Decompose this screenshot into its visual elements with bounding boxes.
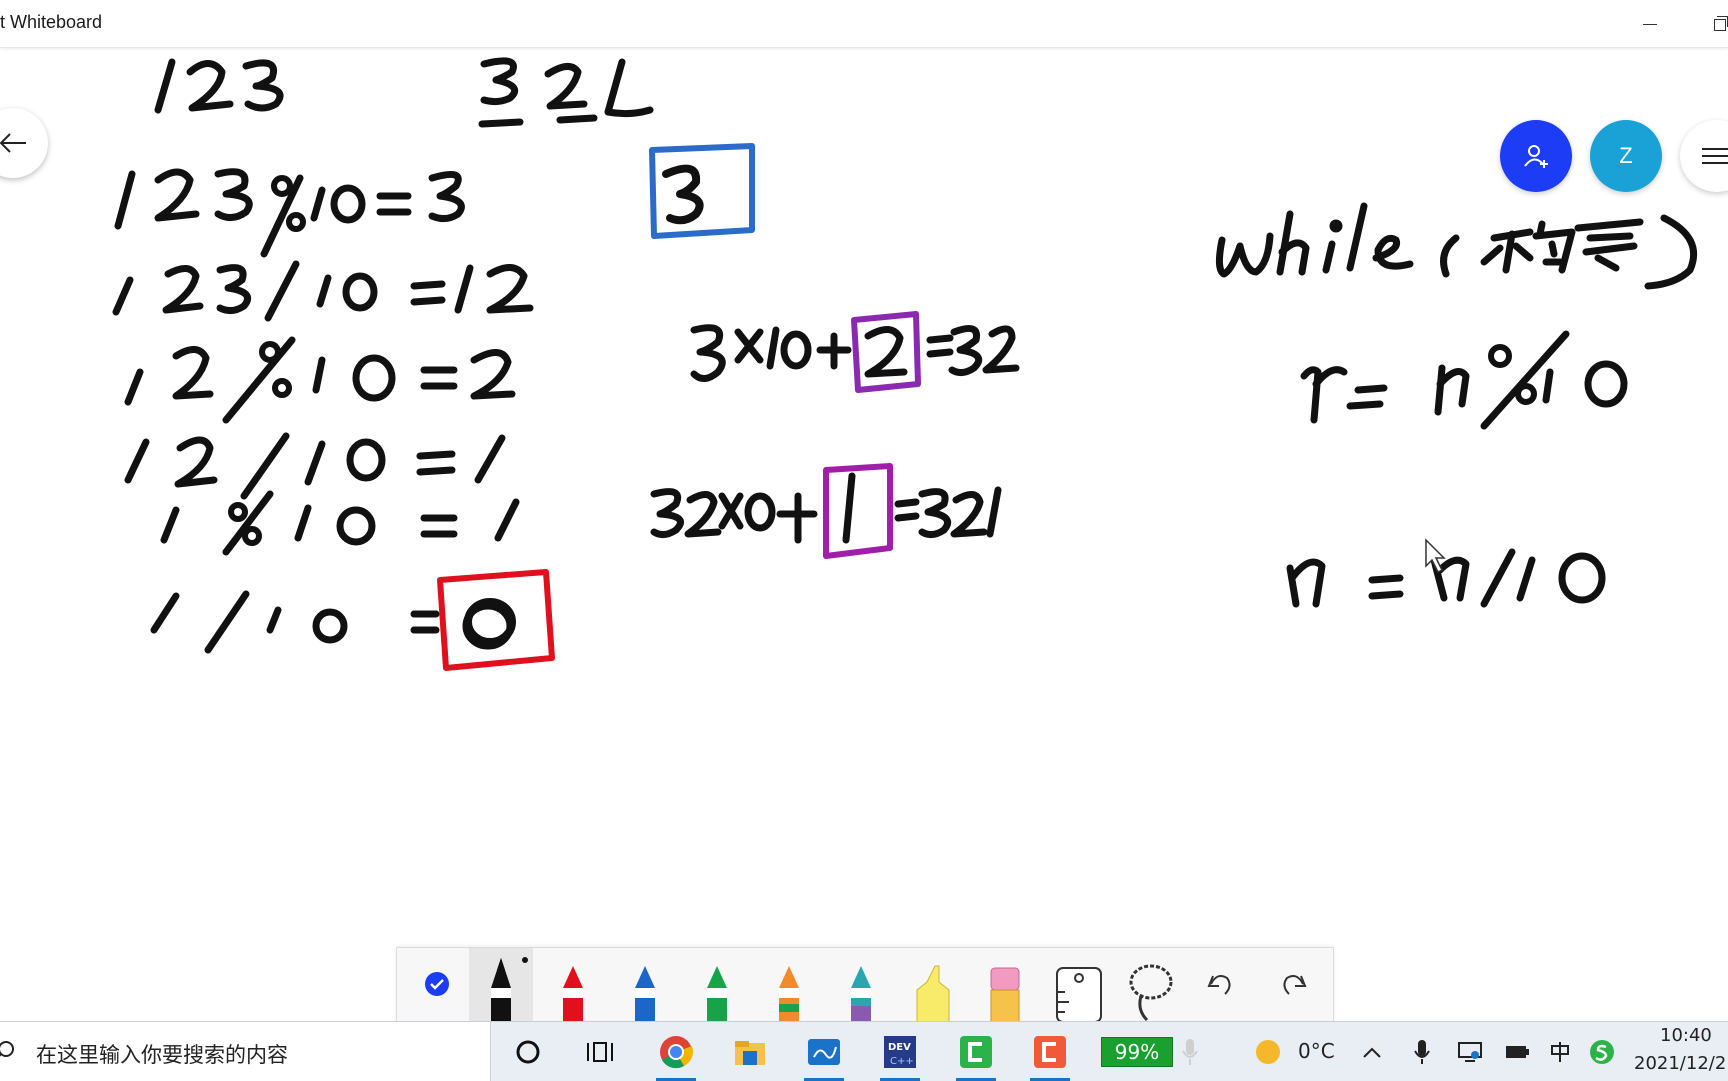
red-pen[interactable]	[541, 948, 605, 1022]
title-bar: t Whiteboard	[0, 0, 1728, 48]
highlighter[interactable]	[901, 948, 965, 1022]
cortana-icon[interactable]	[506, 1030, 550, 1074]
clock-time[interactable]: 10:40	[1660, 1025, 1712, 1046]
invite-button[interactable]	[1500, 120, 1572, 192]
microphone-icon[interactable]	[1168, 1030, 1212, 1074]
pen-icon	[779, 966, 799, 1022]
chevron-up-icon[interactable]	[1350, 1030, 1394, 1074]
eraser-icon	[990, 967, 1020, 1022]
svg-text:C++: C++	[890, 1056, 914, 1067]
restore-button[interactable]	[1700, 0, 1728, 47]
display-icon[interactable]	[1448, 1030, 1492, 1074]
camtasia-green-icon[interactable]	[954, 1030, 998, 1081]
pen-icon	[851, 966, 871, 1022]
svg-text:DEV: DEV	[888, 1042, 911, 1053]
green-pen[interactable]	[685, 948, 749, 1022]
camtasia-orange-icon[interactable]	[1028, 1030, 1072, 1081]
search-placeholder: 在这里输入你要搜索的内容	[36, 1043, 288, 1067]
ink-layer	[112, 57, 1698, 671]
checkmark-icon	[425, 972, 449, 996]
pen-icon	[707, 966, 727, 1022]
search-icon	[0, 1041, 14, 1057]
add-person-icon	[1524, 145, 1548, 168]
file-explorer-icon[interactable]	[728, 1030, 772, 1074]
hamburger-icon	[1702, 148, 1728, 164]
temperature[interactable]: 0°C	[1298, 1039, 1335, 1063]
taskbar: 在这里输入你要搜索的内容 DEV C++ 99% 0°C 10:40 2021/…	[0, 1021, 1728, 1081]
undo-icon	[1207, 975, 1231, 995]
window-title: t Whiteboard	[0, 12, 103, 32]
sogou-icon[interactable]	[1580, 1030, 1624, 1074]
pen-toolbar	[396, 947, 1334, 1022]
pen-icon	[491, 957, 528, 1022]
galaxy-pen[interactable]	[829, 948, 893, 1022]
rainbow-pen[interactable]	[757, 948, 821, 1022]
highlighter-icon	[916, 965, 950, 1022]
user-initial: Z	[1619, 143, 1633, 168]
black-pen[interactable]	[469, 948, 533, 1022]
lasso[interactable]	[1117, 948, 1181, 1022]
task-view-icon[interactable]	[578, 1030, 622, 1074]
blue-pen[interactable]	[613, 948, 677, 1022]
clock-date[interactable]: 2021/12/2	[1634, 1053, 1726, 1074]
redo-button[interactable]	[1261, 948, 1325, 1022]
redo-icon	[1283, 975, 1307, 995]
eraser[interactable]	[973, 948, 1037, 1022]
ruler-icon	[1056, 967, 1102, 1022]
ruler[interactable]	[1045, 948, 1109, 1022]
mic-tray-icon[interactable]	[1400, 1030, 1444, 1074]
arrow-left-icon	[0, 133, 26, 153]
battery-icon[interactable]	[1496, 1030, 1540, 1074]
minimize-button[interactable]	[1626, 0, 1672, 47]
undo-button[interactable]	[1189, 948, 1253, 1022]
weather-sun-icon[interactable]	[1246, 1030, 1290, 1074]
chrome-icon[interactable]	[654, 1030, 698, 1081]
whiteboard-canvas[interactable]	[0, 47, 1728, 945]
select-tool[interactable]	[401, 948, 465, 1022]
lasso-icon	[1129, 964, 1173, 1022]
devcpp-icon[interactable]: DEV C++	[878, 1030, 922, 1081]
pen-icon	[635, 966, 655, 1022]
whiteboard-app-icon[interactable]	[802, 1030, 846, 1081]
battery-percent[interactable]: 99%	[1101, 1037, 1173, 1067]
pen-icon	[563, 966, 583, 1022]
user-avatar-button[interactable]: Z	[1590, 120, 1662, 192]
ime-icon[interactable]	[1538, 1030, 1582, 1074]
taskbar-search[interactable]: 在这里输入你要搜索的内容	[0, 1022, 491, 1081]
